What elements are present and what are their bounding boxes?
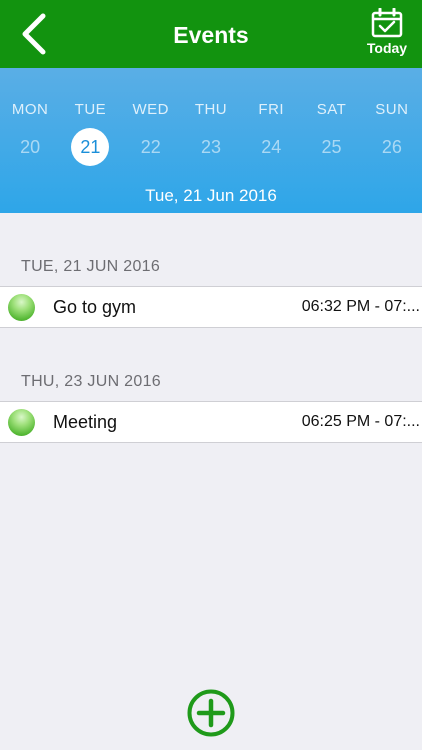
week-days: MON 20 TUE 21 WED 22 THU 23 FRI 24 SAT 2… [0, 68, 422, 178]
add-event-button[interactable] [187, 689, 235, 737]
day-name: WED [132, 101, 169, 118]
selected-day-number: 21 [71, 128, 110, 166]
event-title: Go to gym [53, 297, 137, 317]
event-status-dot-icon [8, 409, 35, 436]
day-tue[interactable]: TUE 21 [60, 68, 120, 178]
day-number: 25 [321, 137, 342, 157]
day-mon[interactable]: MON 20 [0, 68, 60, 178]
event-time: 06:32 PM - 07:... [301, 298, 420, 315]
section-header: THU, 23 JUN 2016 [21, 373, 161, 390]
calendar-check-icon [371, 8, 403, 38]
week-strip: MON 20 TUE 21 WED 22 THU 23 FRI 24 SAT 2… [0, 68, 422, 213]
day-sat[interactable]: SAT 25 [301, 68, 361, 178]
page-title: Events [173, 22, 249, 48]
plus-circle-icon [187, 689, 235, 737]
section-header: TUE, 21 JUN 2016 [21, 258, 161, 275]
day-name: THU [194, 101, 228, 118]
day-sun[interactable]: SUN 26 [362, 68, 422, 178]
day-name: SAT [316, 101, 347, 118]
day-thu[interactable]: THU 23 [181, 68, 241, 178]
day-number: 24 [261, 137, 282, 157]
day-name: TUE [74, 101, 107, 118]
day-wed[interactable]: WED 22 [121, 68, 181, 178]
day-name: SUN [375, 101, 409, 118]
event-time: 06:25 PM - 07:... [301, 413, 420, 430]
day-number: 20 [20, 137, 41, 157]
event-status-dot-icon [8, 294, 35, 321]
day-fri[interactable]: FRI 24 [241, 68, 301, 178]
today-button[interactable]: Today [362, 8, 412, 62]
nav-bar: Events Today [0, 0, 422, 68]
today-label: Today [366, 40, 408, 56]
event-row[interactable]: Meeting 06:25 PM - 07:... [0, 401, 422, 443]
selected-date-label: Tue, 21 Jun 2016 [145, 186, 277, 205]
day-name: MON [11, 101, 49, 118]
event-title: Meeting [53, 412, 118, 432]
day-number: 22 [140, 137, 161, 157]
day-number: 23 [200, 137, 221, 157]
day-number: 26 [381, 137, 402, 157]
event-row[interactable]: Go to gym 06:32 PM - 07:... [0, 286, 422, 328]
day-name: FRI [258, 101, 285, 118]
